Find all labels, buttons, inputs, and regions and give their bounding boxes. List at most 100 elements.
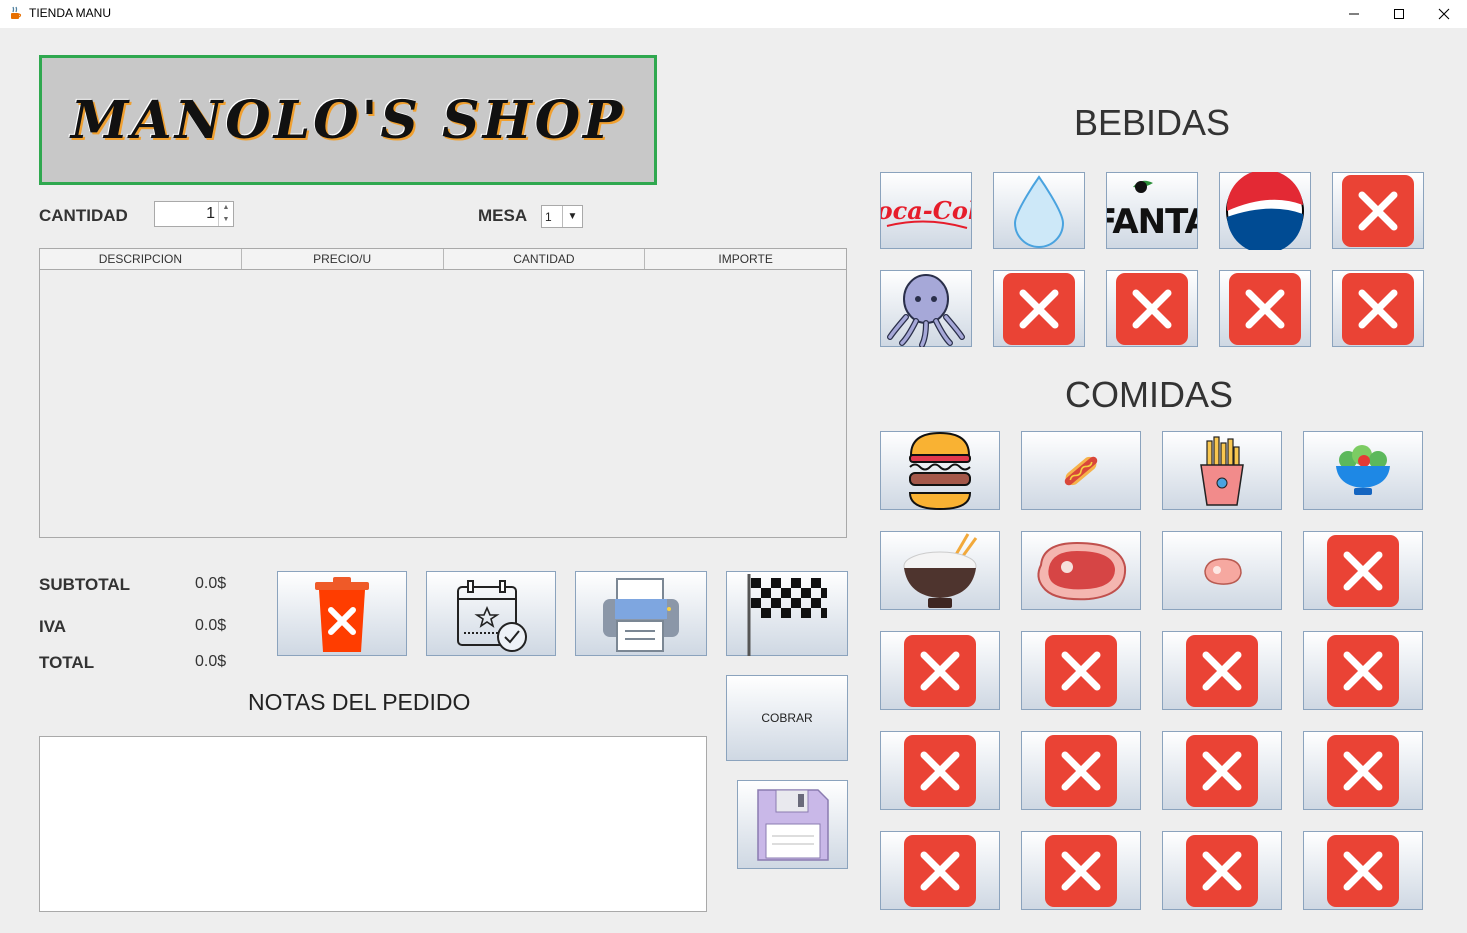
floppy-disk-icon: [756, 788, 829, 861]
empty-slot-x-icon: [1186, 734, 1258, 807]
empty-slot-x-icon: [904, 734, 976, 807]
product-empty-slot-button[interactable]: [1303, 631, 1423, 710]
subtotal-label: SUBTOTAL: [39, 575, 130, 594]
product-empty-slot-button[interactable]: [1303, 831, 1423, 910]
order-table[interactable]: DESCRIPCION PRECIO/U CANTIDAD IMPORTE: [39, 248, 847, 538]
product-empty-slot-button[interactable]: [880, 631, 1000, 710]
fanta-logo-text: FANTA: [1107, 202, 1197, 242]
empty-slot-x-icon: [1186, 634, 1258, 707]
hotdog-icon: [1064, 456, 1098, 485]
window-title-bar: TIENDA MANU: [0, 0, 1467, 28]
chevron-down-icon[interactable]: ▼: [562, 206, 582, 227]
bebidas-title: BEBIDAS: [1074, 102, 1231, 143]
product-empty-slot-button[interactable]: [1106, 270, 1198, 347]
printer-icon: [603, 577, 679, 652]
print-button[interactable]: [575, 571, 707, 656]
product-burger-button[interactable]: [880, 431, 1000, 510]
comidas-title: COMIDAS: [1065, 374, 1234, 415]
cantidad-label: CANTIDAD: [39, 206, 128, 225]
total-label: TOTAL: [39, 653, 95, 672]
spinner-up-icon[interactable]: ▲: [219, 202, 233, 214]
fries-icon: [1200, 435, 1244, 506]
total-value: 0.0$: [195, 653, 227, 670]
maximize-button[interactable]: [1376, 0, 1422, 28]
column-header-precio[interactable]: PRECIO/U: [242, 249, 444, 269]
column-header-importe[interactable]: IMPORTE: [645, 249, 846, 269]
product-meat-button[interactable]: [1162, 531, 1282, 610]
product-empty-slot-button[interactable]: [1303, 531, 1423, 610]
small-meat-icon: [1204, 557, 1242, 585]
notes-title: NOTAS DEL PEDIDO: [248, 689, 471, 715]
pepsi-icon: [1226, 171, 1304, 250]
spinner-arrows[interactable]: ▲ ▼: [218, 202, 233, 226]
salad-icon: [1336, 444, 1390, 495]
product-octopus-button[interactable]: [880, 270, 972, 347]
product-water-button[interactable]: [993, 172, 1085, 249]
empty-slot-x-icon: [1327, 534, 1399, 607]
order-notes-textarea[interactable]: [39, 736, 707, 912]
product-empty-slot-button[interactable]: [993, 270, 1085, 347]
product-empty-slot-button[interactable]: [1162, 731, 1282, 810]
close-icon: [1438, 8, 1450, 20]
product-coca-cola-button[interactable]: Coca-Cola: [880, 172, 972, 249]
mesa-dropdown[interactable]: 1 ▼: [541, 205, 583, 228]
iva-value: 0.0$: [195, 617, 227, 634]
product-empty-slot-button[interactable]: [1303, 731, 1423, 810]
fanta-icon: FANTA: [1107, 180, 1197, 242]
checkered-flag-icon: [747, 573, 827, 656]
cobrar-button[interactable]: COBRAR: [726, 675, 848, 761]
octopus-icon: [887, 273, 965, 347]
subtotal-value: 0.0$: [195, 575, 227, 592]
steak-icon: [1037, 541, 1127, 600]
spinner-down-icon[interactable]: ▼: [219, 214, 233, 226]
product-empty-slot-button[interactable]: [1021, 831, 1141, 910]
empty-slot-x-icon: [1342, 272, 1414, 345]
cantidad-value[interactable]: 1: [206, 205, 215, 223]
trash-x-icon: [315, 576, 369, 652]
empty-slot-x-icon: [1229, 272, 1301, 345]
mesa-selected-value[interactable]: 1: [545, 210, 552, 224]
shop-logo-text: MANOLO'S SHOP: [70, 89, 626, 151]
product-empty-slot-button[interactable]: [1332, 270, 1424, 347]
empty-slot-x-icon: [1327, 734, 1399, 807]
empty-slot-x-icon: [1342, 174, 1414, 247]
iva-label: IVA: [39, 617, 67, 636]
close-button[interactable]: [1421, 0, 1467, 28]
cobrar-label: COBRAR: [761, 711, 813, 725]
minimize-icon: [1349, 13, 1359, 15]
empty-slot-x-icon: [904, 634, 976, 707]
empty-slot-x-icon: [904, 834, 976, 907]
column-header-cantidad[interactable]: CANTIDAD: [444, 249, 646, 269]
minimize-button[interactable]: [1331, 0, 1377, 28]
product-hotdog-button[interactable]: [1021, 431, 1141, 510]
product-empty-slot-button[interactable]: [1162, 831, 1282, 910]
product-rice-button[interactable]: [880, 531, 1000, 610]
product-fries-button[interactable]: [1162, 431, 1282, 510]
empty-slot-x-icon: [1116, 272, 1188, 345]
maximize-icon: [1394, 9, 1404, 19]
save-button[interactable]: [737, 780, 848, 869]
product-pepsi-button[interactable]: [1219, 171, 1311, 250]
calendar-check-icon: [457, 579, 527, 652]
product-fanta-button[interactable]: FANTA: [1106, 172, 1198, 249]
product-empty-slot-button[interactable]: [1219, 270, 1311, 347]
product-empty-slot-button[interactable]: [1332, 172, 1424, 249]
window-title: TIENDA MANU: [29, 6, 112, 20]
empty-slot-x-icon: [1327, 634, 1399, 707]
cantidad-spinner[interactable]: 1 ▲ ▼: [154, 201, 234, 227]
column-header-descripcion[interactable]: DESCRIPCION: [40, 249, 242, 269]
product-salad-button[interactable]: [1303, 431, 1423, 510]
product-empty-slot-button[interactable]: [1021, 631, 1141, 710]
product-steak-button[interactable]: [1021, 531, 1141, 610]
finish-order-button[interactable]: [726, 571, 848, 656]
delete-order-button[interactable]: [277, 571, 407, 656]
empty-slot-x-icon: [1186, 834, 1258, 907]
product-empty-slot-button[interactable]: [880, 731, 1000, 810]
product-empty-slot-button[interactable]: [1162, 631, 1282, 710]
calendar-button[interactable]: [426, 571, 556, 656]
product-empty-slot-button[interactable]: [1021, 731, 1141, 810]
product-empty-slot-button[interactable]: [880, 831, 1000, 910]
rice-bowl-icon: [903, 532, 978, 608]
table-header: DESCRIPCION PRECIO/U CANTIDAD IMPORTE: [40, 249, 846, 270]
empty-slot-x-icon: [1045, 734, 1117, 807]
